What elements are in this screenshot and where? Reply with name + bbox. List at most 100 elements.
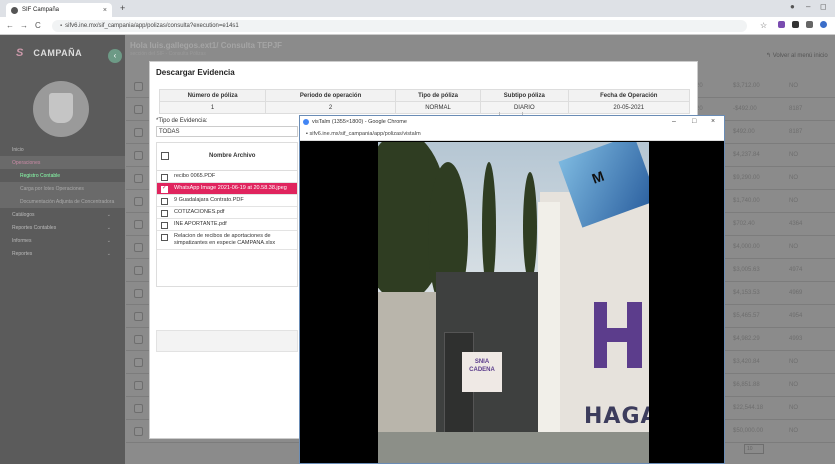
- maximize-button[interactable]: ◻: [820, 2, 827, 11]
- row-code: 8187: [789, 106, 803, 112]
- url-field[interactable]: ▪ sifv6.ine.mx/sif_campania/app/polizas/c…: [52, 20, 747, 32]
- sidebar-item[interactable]: Operaciones: [0, 156, 125, 169]
- sidebar-item[interactable]: Documentación Adjunta de Concentradora: [0, 195, 125, 208]
- row-amount: -$492.00: [733, 106, 757, 112]
- table-cell: 20-05-2021: [567, 101, 691, 114]
- sidebar-item[interactable]: Registro Contable: [0, 169, 125, 182]
- page-size-select[interactable]: 10: [744, 444, 764, 454]
- minimize-button[interactable]: –: [806, 2, 810, 11]
- row-code: 4974: [789, 267, 803, 273]
- sidebar-item-label: Carga por lotes Operaciones: [20, 185, 84, 192]
- row-checkbox[interactable]: [134, 174, 143, 183]
- row-checkbox[interactable]: [134, 358, 143, 367]
- photo-mural-gap: [607, 342, 627, 368]
- file-row[interactable]: COTIZACIONES.pdf: [157, 207, 297, 219]
- col-header: Tipo de póliza: [394, 89, 482, 102]
- file-row[interactable]: INE APORTANTE.pdf: [157, 219, 297, 231]
- photo-ground: [378, 432, 649, 463]
- row-amount: $1,740.00: [733, 198, 760, 204]
- popup-titlebar: visTalm (1355×1800) - Google Chrome: [300, 116, 724, 128]
- row-amount: $4,237.84: [733, 152, 760, 158]
- row-code: NO: [789, 198, 798, 204]
- select-all-checkbox[interactable]: [161, 152, 169, 160]
- page-subtitle: sección del SIF - Consulta Pólizas: [130, 51, 206, 57]
- row-code: NO: [789, 83, 798, 89]
- row-checkbox[interactable]: [134, 105, 143, 114]
- file-row[interactable]: 9 Guadalajara Contrato.PDF: [157, 195, 297, 207]
- bookmark-star-icon[interactable]: ☆: [760, 21, 767, 30]
- profile-icon[interactable]: ●: [790, 2, 795, 11]
- row-checkbox[interactable]: [134, 243, 143, 252]
- sidebar-item[interactable]: Reportes Contables ⌄: [0, 221, 125, 234]
- evidence-type-label: *Tipo de Evidencia:: [156, 118, 208, 124]
- sidebar-item-label: Informes: [12, 237, 32, 244]
- row-checkbox[interactable]: [134, 427, 143, 436]
- file-checkbox[interactable]: [161, 222, 168, 229]
- sidebar-item[interactable]: Carga por lotes Operaciones: [0, 182, 125, 195]
- file-checkbox[interactable]: [161, 174, 168, 181]
- file-row[interactable]: recibo 0065.PDF: [157, 171, 297, 183]
- extension-icon[interactable]: [778, 21, 785, 28]
- modal-title: Descargar Evidencia: [156, 68, 235, 77]
- file-checkbox[interactable]: [161, 234, 168, 241]
- avatar-icon: [49, 93, 73, 123]
- col-header: Periodo de operación: [265, 89, 396, 102]
- sidebar-item-label: Reportes: [12, 250, 33, 257]
- sidebar-item[interactable]: Informes ⌄: [0, 234, 125, 247]
- photo-mural-text: HAGAN: [584, 404, 649, 429]
- row-checkbox[interactable]: [134, 151, 143, 160]
- row-checkbox[interactable]: [134, 197, 143, 206]
- back-button[interactable]: ←: [6, 21, 14, 30]
- row-amount: $50,000.00: [733, 428, 764, 434]
- row-checkbox[interactable]: [134, 404, 143, 413]
- sidebar-item[interactable]: Inicio: [0, 143, 125, 156]
- row-checkbox[interactable]: [134, 266, 143, 275]
- reading-list-icon[interactable]: [806, 21, 813, 28]
- new-tab-button[interactable]: +: [120, 3, 125, 13]
- row-checkbox[interactable]: [134, 128, 143, 137]
- reload-button[interactable]: C: [35, 21, 41, 30]
- extensions-puzzle-icon[interactable]: [792, 21, 799, 28]
- sidebar-item-label: Reportes Contables: [12, 224, 57, 231]
- file-name-header: Nombre Archivo: [209, 153, 256, 159]
- popup-minimize-button[interactable]: –: [672, 116, 676, 128]
- file-checkbox[interactable]: [161, 210, 168, 217]
- back-to-menu-link[interactable]: ↰ Volver al menú inicio: [766, 52, 828, 59]
- chevron-down-icon: ⌄: [106, 211, 111, 218]
- address-bar: ← → C ▪ sifv6.ine.mx/sif_campania/app/pol…: [0, 17, 835, 35]
- file-checkbox[interactable]: [161, 198, 168, 205]
- popup-maximize-button[interactable]: □: [692, 116, 696, 128]
- file-row[interactable]: Relacion de recibos de aportaciones de s…: [157, 231, 297, 250]
- file-checkbox[interactable]: [161, 185, 168, 193]
- image-viewer-window: visTalm (1355×1800) - Google Chrome – □ …: [299, 115, 725, 464]
- file-name: 9 Guadalajara Contrato.PDF: [174, 197, 244, 203]
- table-cell: DIARIO: [480, 101, 569, 114]
- sidebar-item-label: Catálogos: [12, 211, 35, 218]
- row-checkbox[interactable]: [134, 381, 143, 390]
- row-checkbox[interactable]: [134, 335, 143, 344]
- browser-tab[interactable]: SIF Campaña ×: [6, 3, 112, 17]
- account-avatar-icon[interactable]: [820, 21, 827, 28]
- row-amount: $702.40: [733, 221, 755, 227]
- photo-pillar: [538, 202, 560, 463]
- sidebar-item[interactable]: Catálogos ⌄: [0, 208, 125, 221]
- row-code: NO: [789, 405, 798, 411]
- photo-h-mural: [594, 302, 642, 368]
- forward-button[interactable]: →: [20, 21, 28, 30]
- file-name: WhatsApp Image 2021-06-19 at 20.58.38.jp…: [174, 185, 287, 191]
- row-checkbox[interactable]: [134, 289, 143, 298]
- popup-url-bar: ▪ sifv6.ine.mx/sif_campania/app/polizas/…: [300, 128, 724, 141]
- popup-close-button[interactable]: ×: [711, 116, 715, 128]
- file-row[interactable]: WhatsApp Image 2021-06-19 at 20.58.38.jp…: [157, 183, 297, 195]
- popup-title: visTalm (1355×1800) - Google Chrome: [312, 119, 407, 125]
- row-checkbox[interactable]: [134, 220, 143, 229]
- tab-close-icon[interactable]: ×: [103, 7, 107, 14]
- collapse-sidebar-button[interactable]: ‹: [108, 49, 122, 63]
- sidebar-item[interactable]: Reportes ⌄: [0, 247, 125, 260]
- evidence-type-select[interactable]: TODAS: [156, 126, 298, 137]
- row-checkbox[interactable]: [134, 82, 143, 91]
- photo-mural-gap: [607, 302, 627, 328]
- file-list-header: Nombre Archivo: [157, 143, 297, 171]
- row-amount: $4,982.29: [733, 336, 760, 342]
- row-checkbox[interactable]: [134, 312, 143, 321]
